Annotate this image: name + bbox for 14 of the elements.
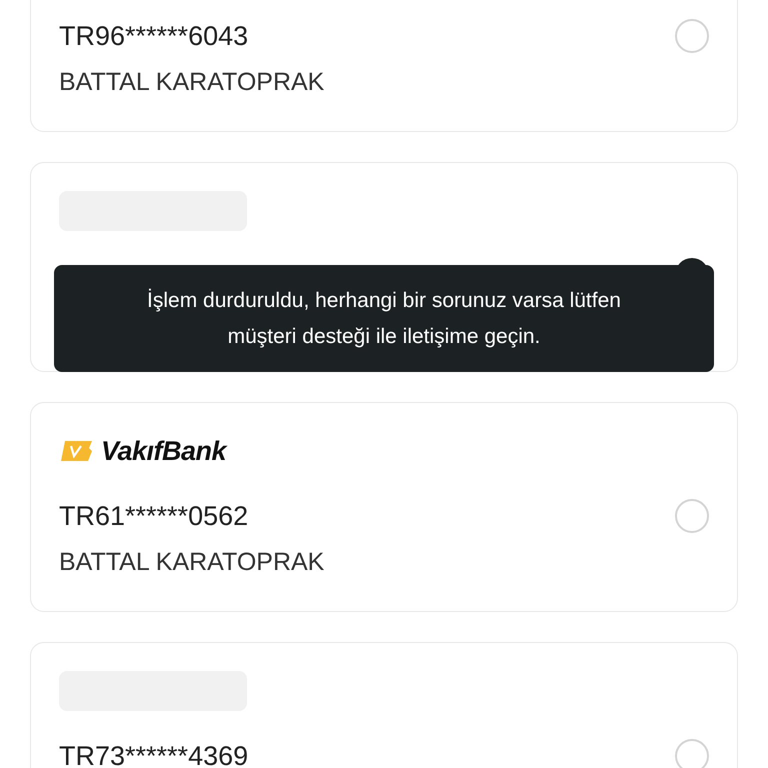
account-card[interactable]: TR73******4369 — [30, 642, 738, 768]
bank-logo-icon — [59, 440, 95, 462]
radio-button[interactable] — [675, 739, 709, 768]
account-card[interactable]: TR96******6043 BATTAL KARATOPRAK — [30, 0, 738, 132]
account-holder: BATTAL KARATOPRAK — [59, 67, 326, 98]
iban: TR73******4369 — [59, 740, 248, 768]
radio-button[interactable] — [675, 19, 709, 53]
account-holder: BATTAL KARATOPRAK — [59, 547, 326, 578]
bank-name: VakıfBank — [101, 434, 226, 468]
error-toast: İşlem durduruldu, herhangi bir sorunuz varsa lütfen müşteri desteği ile iletişime geçin. — [54, 265, 714, 372]
account-card[interactable]: VakıfBank TR61******0562 BATTAL KARATOPRAK — [30, 402, 738, 612]
iban: TR61******0562 — [59, 500, 248, 533]
radio-button[interactable] — [675, 499, 709, 533]
iban: TR96******6043 — [59, 20, 248, 53]
